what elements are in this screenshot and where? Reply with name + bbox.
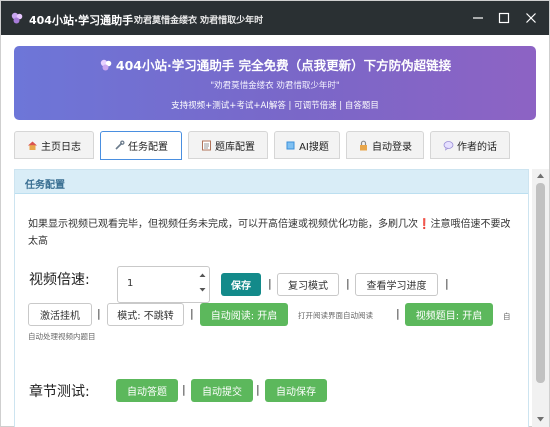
video-speed-input[interactable]: 1: [117, 266, 210, 303]
tab-ai-search[interactable]: AI搜题: [274, 131, 340, 159]
save-button[interactable]: 保存: [221, 273, 261, 296]
tab-task-config[interactable]: 任务配置: [100, 131, 182, 160]
auto-read-toggle[interactable]: 自动阅读: 开启: [200, 303, 288, 326]
tab-label: AI搜题: [299, 141, 329, 153]
separator: |: [97, 307, 101, 320]
auto-read-hint: 打开阅读界面自动阅读: [298, 311, 373, 320]
speed-notice: 如果显示视频已观看完毕，但视频任务未完成，可以开高倍速或视频优化功能，多刷几次❗…: [28, 216, 518, 250]
tab-author-words[interactable]: 作者的话: [430, 131, 510, 159]
panel-heading: 任务配置: [25, 180, 65, 191]
puzzle-icon: [100, 59, 112, 70]
banner-subtitle: "劝君莫惜金缕衣 劝君惜取少年时": [210, 81, 340, 91]
video-questions-hint: 自动处理视频内题目: [28, 332, 96, 341]
separator: |: [396, 307, 400, 320]
wrench-icon: [115, 140, 125, 150]
promo-banner[interactable]: 404小站·学习通助手 完全免费（点我更新）下方防伪超链接 "劝君莫惜金缕衣 劝…: [14, 46, 536, 120]
tab-label: 作者的话: [457, 141, 497, 153]
home-icon: [28, 141, 37, 150]
close-icon[interactable]: [522, 9, 540, 27]
title-bar[interactable]: 404小站·学习通助手 劝君莫惜金缕衣 劝君惜取少年时: [1, 1, 549, 35]
auto-submit-toggle[interactable]: 自动提交: [191, 379, 253, 402]
video-speed-value: 1: [127, 278, 134, 289]
lock-icon: [360, 140, 367, 150]
window-subtitle: 劝君莫惜金缕衣 劝君惜取少年时: [134, 16, 264, 26]
separator: |: [445, 277, 449, 290]
video-questions-hint-start: 自: [503, 312, 511, 321]
tab-label: 任务配置: [128, 142, 168, 153]
check-progress-button[interactable]: 查看学习进度: [355, 273, 438, 296]
separator: |: [182, 383, 186, 396]
notepad-icon: [202, 140, 211, 150]
speech-bubble-icon: [443, 140, 454, 151]
panel-header: 任务配置: [15, 170, 528, 194]
activate-hang-button[interactable]: 激活挂机: [28, 303, 92, 326]
separator: |: [256, 383, 260, 396]
maximize-icon[interactable]: [495, 9, 513, 27]
scrollbar-thumb[interactable]: [536, 183, 545, 383]
auto-save-toggle[interactable]: 自动保存: [265, 379, 327, 402]
separator: |: [346, 277, 350, 290]
warning-icon: ❗: [418, 219, 431, 230]
window-title: 404小站·学习通助手: [29, 14, 134, 27]
tab-question-bank[interactable]: 题库配置: [188, 131, 268, 159]
separator: |: [190, 307, 194, 320]
review-mode-button[interactable]: 复习模式: [277, 273, 339, 296]
banner-features: 支持视频+测试+考试+AI解答 | 可调节倍速 | 自答题目: [171, 101, 379, 111]
puzzle-icon: [11, 12, 23, 24]
vertical-scrollbar[interactable]: [532, 169, 549, 427]
separator: |: [268, 277, 272, 290]
video-questions-toggle[interactable]: 视频题目: 开启: [405, 303, 493, 326]
app-window: 404小站·学习通助手 劝君莫惜金缕衣 劝君惜取少年时 404小站·学习通助手 …: [0, 0, 550, 427]
scroll-up-icon[interactable]: [536, 172, 545, 179]
tab-label: 主页日志: [41, 141, 81, 153]
tab-label: 自动登录: [372, 141, 412, 153]
mode-no-jump-button[interactable]: 模式: 不跳转: [107, 303, 184, 326]
spin-down-icon[interactable]: [198, 285, 207, 294]
notice-text: 如果显示视频已观看完毕，但视频任务未完成，可以开高倍速或视频优化功能，多刷几次: [28, 219, 418, 230]
banner-title-row[interactable]: 404小站·学习通助手 完全免费（点我更新）下方防伪超链接: [14, 55, 536, 74]
tab-label: 题库配置: [215, 141, 255, 153]
scroll-down-icon[interactable]: [536, 416, 545, 423]
tab-auto-login[interactable]: 自动登录: [346, 131, 424, 159]
book-icon: [286, 141, 295, 149]
auto-answer-toggle[interactable]: 自动答题: [116, 379, 178, 402]
spin-up-icon[interactable]: [198, 271, 207, 280]
chapter-test-label: 章节测试:: [29, 384, 90, 400]
video-speed-label: 视频倍速:: [29, 272, 90, 288]
minimize-icon[interactable]: [469, 9, 487, 27]
tab-home-log[interactable]: 主页日志: [14, 131, 94, 159]
banner-title[interactable]: 404小站·学习通助手 完全免费（点我更新）下方防伪超链接: [116, 55, 451, 74]
